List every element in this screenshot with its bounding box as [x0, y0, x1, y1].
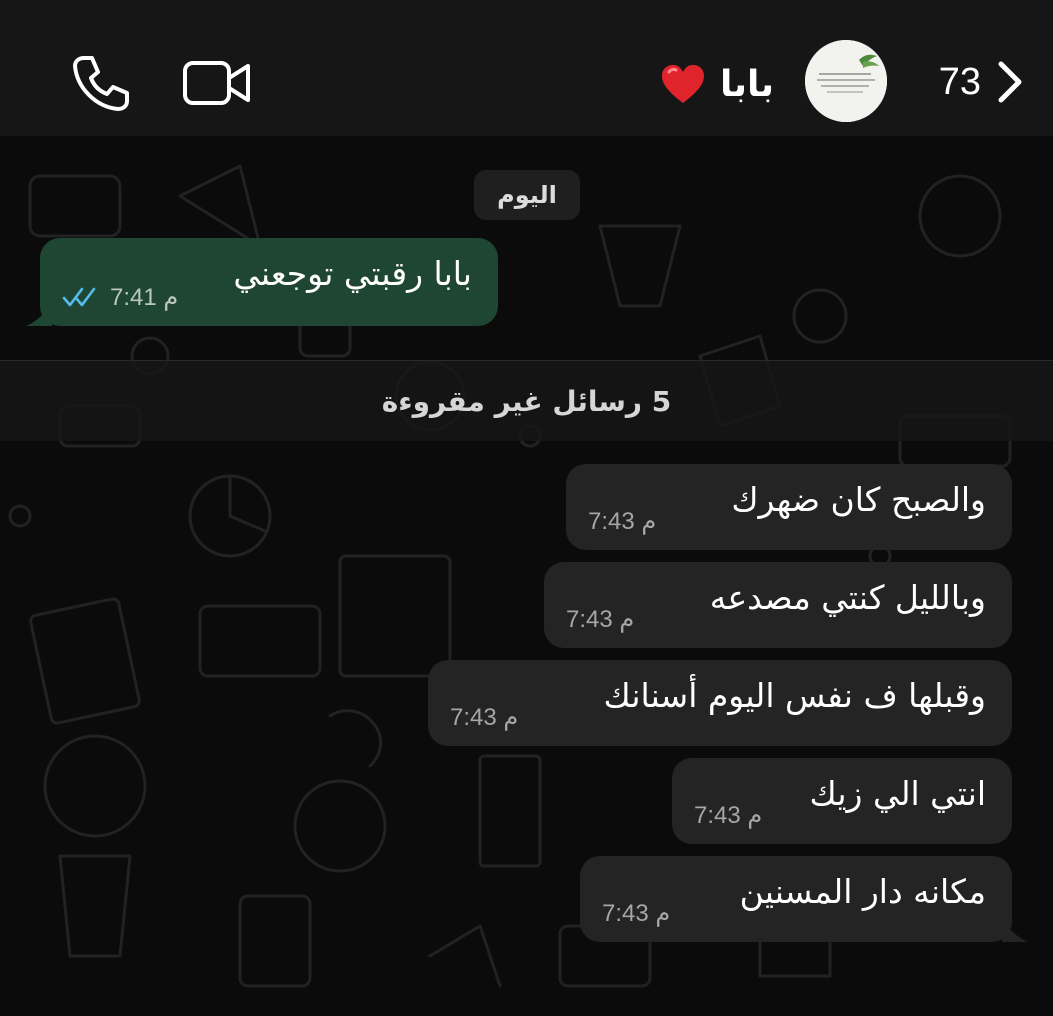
contact-name-text: بابا	[720, 63, 775, 105]
message-time: 7:43 م	[588, 508, 657, 535]
video-camera-icon[interactable]	[182, 58, 252, 108]
message-text: بابا رقبتي توجعني	[233, 254, 472, 293]
chat-area[interactable]: اليوم بابا رقبتي توجعني 7:41 م 5 رسائل غ…	[0, 136, 1053, 1016]
message-text: مكانه دار المسنين	[739, 872, 986, 911]
back-button[interactable]: 73	[939, 50, 1025, 114]
phone-icon[interactable]	[70, 52, 132, 114]
incoming-message-bubble[interactable]: والصبح كان ضهرك 7:43 م	[566, 464, 1012, 550]
date-chip: اليوم	[474, 170, 580, 220]
chevron-right-icon	[998, 61, 1022, 103]
whatsapp-chat-screen: بابا 73 اليوم بابا رقبتي توجعني 7:41 م 5…	[0, 0, 1053, 1016]
message-text: انتي الي زيك	[809, 774, 986, 813]
chat-header: بابا 73	[0, 0, 1053, 136]
message-time: 7:43 م	[602, 900, 671, 927]
message-time: 7:43 م	[566, 606, 635, 633]
incoming-message-bubble[interactable]: انتي الي زيك 7:43 م	[672, 758, 1012, 844]
message-time: 7:41 م	[110, 284, 179, 311]
message-time: 7:43 م	[694, 802, 763, 829]
outgoing-bubble-tail	[26, 304, 52, 326]
message-time: 7:43 م	[450, 704, 519, 731]
avatar-image	[805, 40, 887, 122]
heart-icon	[662, 65, 704, 103]
contact-avatar[interactable]	[805, 40, 887, 122]
incoming-message-bubble[interactable]: مكانه دار المسنين 7:43 م	[580, 856, 1012, 942]
message-text: وقبلها ف نفس اليوم أسنانك	[603, 676, 986, 715]
unread-messages-divider: 5 رسائل غير مقروءة	[0, 360, 1053, 441]
message-text: وبالليل كنتي مصدعه	[709, 578, 986, 617]
message-text: والصبح كان ضهرك	[731, 480, 986, 519]
incoming-message-bubble[interactable]: وبالليل كنتي مصدعه 7:43 م	[544, 562, 1012, 648]
contact-name[interactable]: بابا	[660, 56, 780, 112]
read-receipt-double-check-icon	[62, 287, 96, 307]
unread-chats-count: 73	[938, 60, 981, 103]
incoming-bubble-tail	[1002, 920, 1028, 942]
outgoing-message-bubble[interactable]: بابا رقبتي توجعني 7:41 م	[40, 238, 498, 326]
incoming-message-bubble[interactable]: وقبلها ف نفس اليوم أسنانك 7:43 م	[428, 660, 1012, 746]
